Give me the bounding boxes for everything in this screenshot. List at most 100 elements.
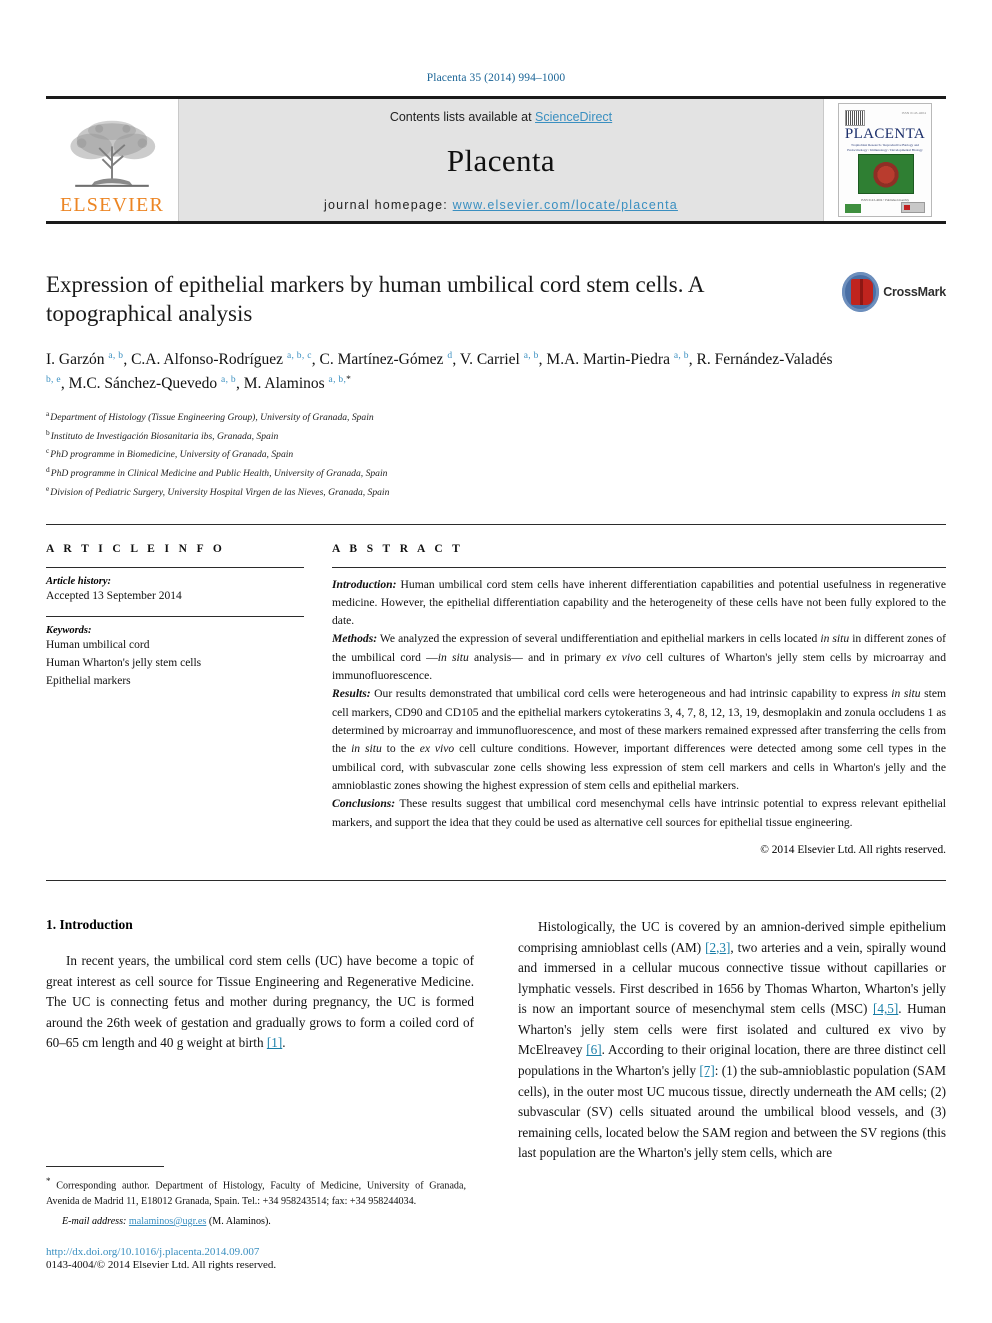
reference-link-7[interactable]: [7] xyxy=(699,1063,714,1078)
intro-paragraph-left: In recent years, the umbilical cord stem… xyxy=(46,951,474,1054)
corresponding-author-text: Corresponding author. Department of Hist… xyxy=(46,1180,466,1208)
author-item: I. Garzón a, b, xyxy=(46,351,131,368)
homepage-prefix: journal homepage: xyxy=(324,198,453,212)
author-affiliation-marks: b, e xyxy=(46,374,61,385)
author-affiliation-marks: a, b, xyxy=(328,374,347,385)
reference-link-1[interactable]: [1] xyxy=(267,1035,282,1050)
abstract-results-italic: ex vivo xyxy=(419,742,455,756)
crossmark-book-icon xyxy=(851,279,873,305)
corresponding-author-marker: * xyxy=(346,374,351,385)
author-name: M.A. Martin-Piedra xyxy=(546,351,670,368)
abstract-introduction-label: Introduction: xyxy=(332,577,397,591)
crossmark-label: CrossMark xyxy=(883,285,946,299)
affiliation-text: Instituto de Investigación Biosanitaria … xyxy=(50,430,279,442)
author-name: C. Martínez-Gómez xyxy=(319,351,444,368)
affiliation-list: aDepartment of Histology (Tissue Enginee… xyxy=(46,408,946,501)
author-separator: , xyxy=(123,351,132,368)
cover-tagline: Trophoblast Research / Reproductive Biol… xyxy=(847,143,923,153)
author-name: V. Carriel xyxy=(459,351,520,368)
author-name: M.C. Sánchez-Quevedo xyxy=(68,374,218,392)
cover-issn-text: ISSN 0143-4004 xyxy=(901,111,926,115)
elsevier-wordmark: ELSEVIER xyxy=(59,194,165,216)
abstract-heading: A B S T R A C T xyxy=(332,542,464,555)
intro-paragraph-right: Histologically, the UC is covered by an … xyxy=(518,917,946,1164)
author-separator: , xyxy=(235,374,244,392)
issn-copyright-line: 0143-4004/© 2014 Elsevier Ltd. All right… xyxy=(46,1259,277,1271)
affiliation-text: PhD programme in Clinical Medicine and P… xyxy=(50,468,388,480)
body-columns: 1. Introduction In recent years, the umb… xyxy=(46,917,946,1164)
paper-page: Placenta 35 (2014) 994–1000 ELSEVIER Con… xyxy=(0,0,992,1323)
masthead-center: Contents lists available at ScienceDirec… xyxy=(178,99,824,221)
author-name: C.A. Alfonso-Rodríguez xyxy=(131,351,284,368)
cover-image xyxy=(858,154,914,194)
author-item: M.A. Martin-Piedra a, b, xyxy=(546,351,696,368)
journal-cover-thumbnail: ISSN 0143-4004 PLACENTA Trophoblast Rese… xyxy=(838,103,932,217)
cover-title: PLACENTA xyxy=(844,126,926,142)
author-name: I. Garzón xyxy=(46,351,105,368)
abstract-methods-text: analysis— and in primary xyxy=(468,650,607,664)
abstract-methods-italic: ex vivo xyxy=(606,650,641,664)
abstract-column: A B S T R A C T Introduction: Human umbi… xyxy=(332,543,946,856)
crossmark-badge[interactable]: CrossMark xyxy=(842,270,946,314)
footnote-block: * Corresponding author. Department of Hi… xyxy=(46,1166,466,1271)
abstract-body: Introduction: Human umbilical cord stem … xyxy=(332,576,946,832)
author-affiliation-marks: a, b xyxy=(523,350,539,361)
abstract-results: Results: Our results demonstrated that u… xyxy=(332,685,946,795)
article-history-value: Accepted 13 September 2014 xyxy=(46,589,182,602)
keywords-label: Keywords: xyxy=(46,624,92,636)
abstract-methods-label: Methods: xyxy=(332,632,378,646)
article-info-heading: A R T I C L E I N F O xyxy=(46,542,226,555)
email-label: E-mail address: xyxy=(62,1216,127,1227)
corresponding-author-footnote: * Corresponding author. Department of Hi… xyxy=(46,1174,466,1210)
abstract-rule xyxy=(332,566,946,568)
email-link[interactable]: malaminos@ugr.es xyxy=(129,1216,206,1227)
running-head: Placenta 35 (2014) 994–1000 xyxy=(426,72,566,84)
journal-homepage-link[interactable]: www.elsevier.com/locate/placenta xyxy=(453,198,678,212)
article-info-rule xyxy=(46,566,304,568)
abstract-results-italic: in situ xyxy=(351,742,382,756)
publisher-logo: ELSEVIER xyxy=(46,99,178,221)
reference-link-4-5[interactable]: [4,5] xyxy=(873,1001,898,1016)
abstract-methods: Methods: We analyzed the expression of s… xyxy=(332,630,946,685)
author-affiliation-marks: a, b xyxy=(673,350,689,361)
abstract-introduction: Introduction: Human umbilical cord stem … xyxy=(332,576,946,631)
keywords-rule xyxy=(46,615,304,617)
keyword-item: Human Wharton's jelly stem cells xyxy=(46,656,202,669)
affiliation-item: aDepartment of Histology (Tissue Enginee… xyxy=(46,408,946,427)
author-item: C.A. Alfonso-Rodríguez a, b, c, xyxy=(131,351,319,368)
reference-link-2-3[interactable]: [2,3] xyxy=(705,940,730,955)
doi-link[interactable]: http://dx.doi.org/10.1016/j.placenta.201… xyxy=(46,1246,259,1258)
reference-link-6[interactable]: [6] xyxy=(586,1042,601,1057)
article-info-column: A R T I C L E I N F O Article history: A… xyxy=(46,543,304,856)
body-column-right: Histologically, the UC is covered by an … xyxy=(518,917,946,1164)
author-separator: , xyxy=(60,374,69,392)
journal-cover-wrap: ISSN 0143-4004 PLACENTA Trophoblast Rese… xyxy=(824,99,946,221)
affiliation-item: cPhD programme in Biomedicine, Universit… xyxy=(46,445,946,464)
author-separator: , xyxy=(452,351,460,368)
body-separator-rule xyxy=(46,879,946,881)
author-list: I. Garzón a, b, C.A. Alfonso-Rodríguez a… xyxy=(46,348,836,395)
affiliation-item: bInstituto de Investigación Biosanitaria… xyxy=(46,427,946,446)
email-footnote: E-mail address: malaminos@ugr.es (M. Ala… xyxy=(46,1216,466,1227)
author-affiliation-marks: a, b xyxy=(108,350,124,361)
abstract-introduction-text: Human umbilical cord stem cells have inh… xyxy=(332,577,946,628)
abstract-results-text: to the xyxy=(381,742,420,756)
doi-link-wrap: http://dx.doi.org/10.1016/j.placenta.201… xyxy=(46,1246,466,1258)
keyword-item: Epithelial markers xyxy=(46,675,131,687)
section-heading-introduction: 1. Introduction xyxy=(46,916,133,932)
author-item: M.C. Sánchez-Quevedo a, b, xyxy=(68,374,244,392)
affiliation-text: Department of Histology (Tissue Engineer… xyxy=(50,412,374,424)
cover-barcode-icon xyxy=(845,110,865,126)
elsevier-tree-icon xyxy=(70,120,156,187)
abstract-results-italic: in situ xyxy=(891,687,921,701)
intro-paragraph-text: In recent years, the umbilical cord stem… xyxy=(46,952,474,1051)
sciencedirect-link[interactable]: ScienceDirect xyxy=(535,110,612,124)
title-block: Expression of epithelial markers by huma… xyxy=(46,270,946,332)
abstract-conclusions-text: These results suggest that umbilical cor… xyxy=(332,797,946,829)
abstract-results-label: Results: xyxy=(332,687,371,701)
article-history-label: Article history: xyxy=(46,575,112,587)
journal-title: Placenta xyxy=(446,143,556,178)
intro-paragraph-end: . xyxy=(282,1035,286,1051)
cover-badge-right-icon xyxy=(901,202,925,213)
footnote-rule xyxy=(46,1166,164,1168)
